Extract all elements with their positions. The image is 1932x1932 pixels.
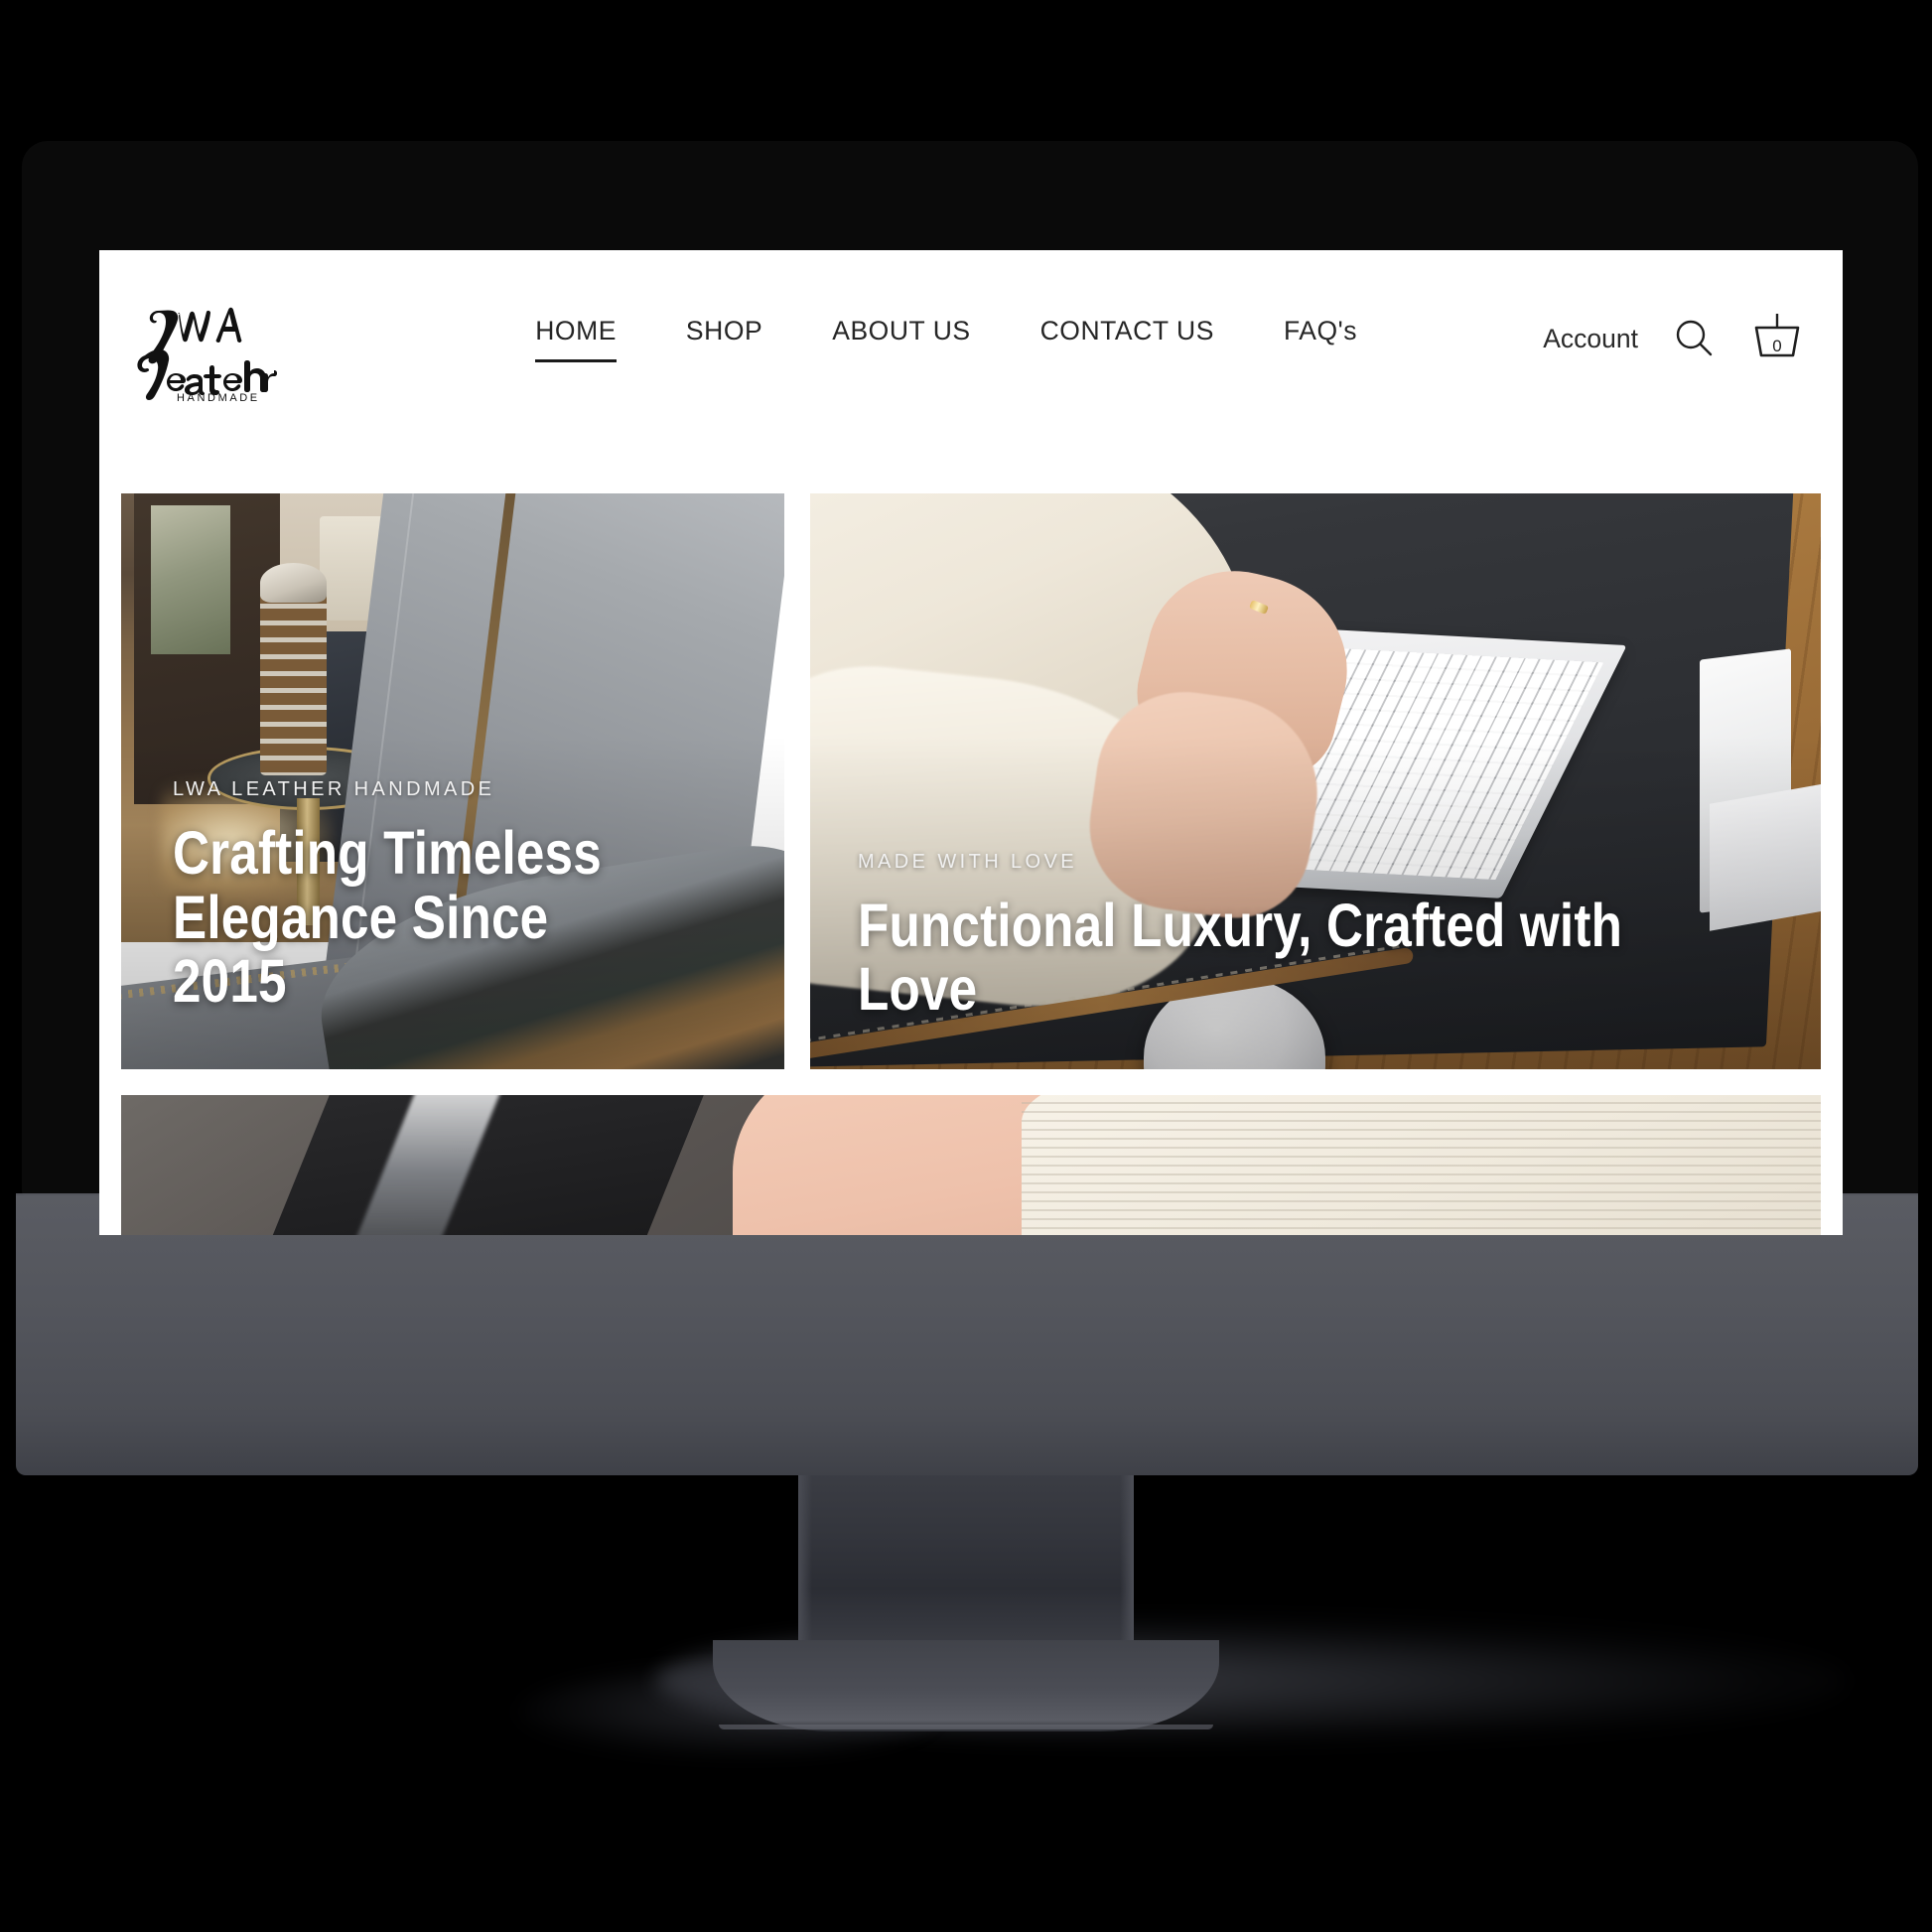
hero-strip-image[interactable] [121, 1095, 1821, 1235]
nav-item-shop[interactable]: SHOP [651, 318, 797, 345]
hero-title: Functional Luxury, Crafted with Love [858, 891, 1623, 1024]
nav-item-about-us[interactable]: ABOUT US [797, 318, 1005, 345]
hero-grid: LWA LEATHER HANDMADE Crafting Timeless E… [99, 493, 1843, 1069]
account-link[interactable]: Account [1543, 326, 1638, 352]
site-header: HANDMADE HOME SHOP ABOUT US CONTACT US F… [99, 250, 1843, 493]
nav-item-home[interactable]: HOME [500, 318, 651, 361]
nav-item-contact-us[interactable]: CONTACT US [1006, 318, 1249, 345]
site-logo[interactable]: HANDMADE [121, 250, 349, 405]
hero-card-text: LWA LEATHER HANDMADE Crafting Timeless E… [173, 778, 747, 1014]
hero-card-text: MADE WITH LOVE Functional Luxury, Crafte… [858, 851, 1783, 1022]
hero-eyebrow: MADE WITH LOVE [858, 850, 1077, 873]
svg-text:HANDMADE: HANDMADE [177, 392, 260, 404]
nav-item-faqs[interactable]: FAQ's [1249, 318, 1392, 345]
monitor-stand-base [713, 1640, 1219, 1731]
strip-image-hands-desk [121, 1095, 1821, 1235]
hero-card-functional-luxury[interactable]: MADE WITH LOVE Functional Luxury, Crafte… [810, 493, 1821, 1069]
screenshot-scene: HANDMADE HOME SHOP ABOUT US CONTACT US F… [0, 0, 1932, 1932]
hero-card-crafting-timeless[interactable]: LWA LEATHER HANDMADE Crafting Timeless E… [121, 493, 784, 1069]
hero-title: Crafting Timeless Elegance Since 2015 [173, 819, 602, 1016]
search-icon[interactable] [1672, 317, 1716, 360]
hero-eyebrow: LWA LEATHER HANDMADE [173, 778, 495, 801]
primary-navigation: HOME SHOP ABOUT US CONTACT US FAQ's [349, 250, 1543, 361]
shopping-basket-icon[interactable]: 0 [1749, 312, 1805, 365]
header-actions: Account 0 [1543, 250, 1813, 365]
browser-viewport: HANDMADE HOME SHOP ABOUT US CONTACT US F… [99, 250, 1843, 1235]
monitor-chin [16, 1195, 1918, 1475]
